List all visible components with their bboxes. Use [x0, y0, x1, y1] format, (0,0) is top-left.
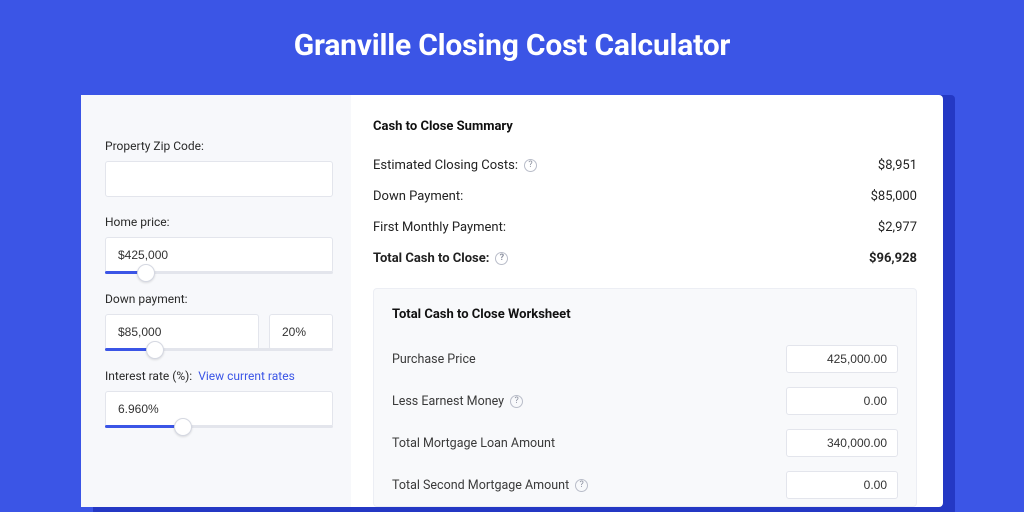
summary-row: Estimated Closing Costs: ? $8,951: [373, 150, 917, 181]
zip-label: Property Zip Code:: [105, 139, 333, 153]
slider-thumb-icon[interactable]: [146, 341, 164, 359]
worksheet-row-label: Total Second Mortgage Amount: [392, 478, 569, 493]
summary-row: Down Payment: $85,000: [373, 181, 917, 212]
worksheet-title: Total Cash to Close Worksheet: [392, 307, 898, 322]
summary-row-label: Total Cash to Close:: [373, 251, 489, 266]
worksheet-value-input[interactable]: [786, 471, 898, 499]
summary-row: First Monthly Payment: $2,977: [373, 212, 917, 243]
help-icon[interactable]: ?: [524, 159, 537, 172]
home-price-label: Home price:: [105, 215, 333, 229]
help-icon[interactable]: ?: [575, 479, 588, 492]
results-panel: Cash to Close Summary Estimated Closing …: [351, 95, 943, 507]
view-rates-link[interactable]: View current rates: [198, 369, 295, 383]
summary-row-value: $2,977: [878, 220, 917, 235]
down-payment-pct-input[interactable]: [269, 314, 333, 350]
worksheet-row: Purchase Price: [392, 338, 898, 380]
slider-thumb-icon[interactable]: [174, 418, 192, 436]
slider-thumb-icon[interactable]: [137, 264, 155, 282]
worksheet-row: Total Mortgage Loan Amount: [392, 422, 898, 464]
interest-slider[interactable]: [105, 425, 333, 428]
calculator-card: Property Zip Code: Home price: Down paym…: [81, 95, 943, 507]
summary-title: Cash to Close Summary: [373, 119, 917, 134]
worksheet-row: Total Second Mortgage Amount ?: [392, 464, 898, 506]
worksheet-value-input[interactable]: [786, 429, 898, 457]
down-payment-label: Down payment:: [105, 292, 333, 306]
summary-row-label: Estimated Closing Costs:: [373, 158, 518, 173]
worksheet-row-label: Total Mortgage Loan Amount: [392, 436, 555, 451]
summary-row-label: First Monthly Payment:: [373, 220, 506, 235]
worksheet-row-label: Purchase Price: [392, 352, 476, 367]
summary-row-value: $8,951: [878, 158, 917, 173]
help-icon[interactable]: ?: [510, 395, 523, 408]
summary-row-total: Total Cash to Close: ? $96,928: [373, 243, 917, 274]
down-payment-input[interactable]: [105, 314, 259, 350]
worksheet-value-input[interactable]: [786, 387, 898, 415]
help-icon[interactable]: ?: [495, 252, 508, 265]
summary-row-label: Down Payment:: [373, 189, 463, 204]
summary-row-value: $85,000: [871, 189, 917, 204]
page-title: Granville Closing Cost Calculator: [0, 0, 1024, 85]
down-payment-slider[interactable]: [105, 348, 333, 351]
interest-label: Interest rate (%):: [105, 369, 192, 383]
home-price-slider[interactable]: [105, 271, 333, 274]
inputs-panel: Property Zip Code: Home price: Down paym…: [81, 95, 351, 507]
interest-input[interactable]: [105, 391, 333, 427]
summary-row-value: $96,928: [869, 251, 917, 266]
zip-input[interactable]: [105, 161, 333, 197]
worksheet-panel: Total Cash to Close Worksheet Purchase P…: [373, 288, 917, 507]
worksheet-row-label: Less Earnest Money: [392, 394, 504, 409]
worksheet-row: Less Earnest Money ?: [392, 380, 898, 422]
worksheet-value-input[interactable]: [786, 345, 898, 373]
